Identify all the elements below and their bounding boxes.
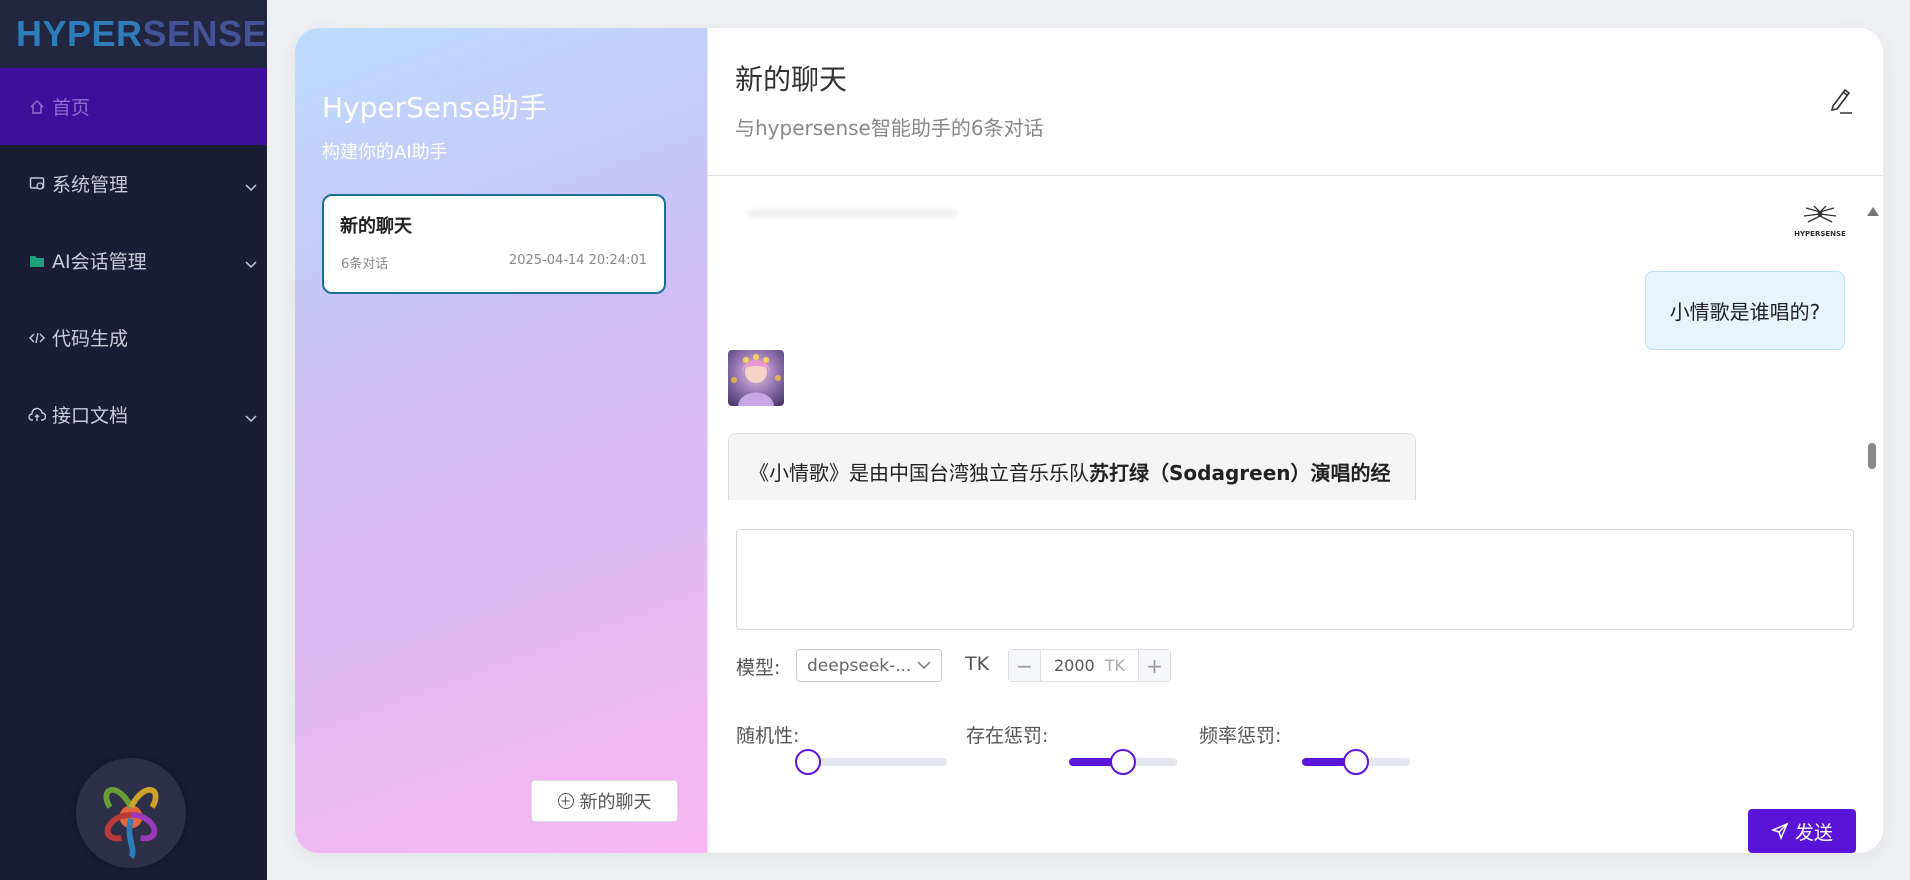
scroll-up-arrow-icon[interactable] (1867, 207, 1879, 216)
sidebar-item-home[interactable]: 首页 (0, 68, 267, 145)
chat-subtitle: 与hypersense智能助手的6条对话 (735, 116, 1044, 140)
message-input[interactable] (736, 529, 1854, 630)
chevron-down-icon (245, 406, 257, 428)
presence-penalty-slider-knob[interactable] (1110, 749, 1136, 775)
chat-panel: 新的聊天 与hypersense智能助手的6条对话 HYPERSENSE 小情歌… (707, 28, 1883, 853)
randomness-label: 随机性: (736, 725, 800, 747)
app-logo[interactable]: HYPERSENSE (0, 0, 267, 68)
folder-icon (28, 252, 46, 270)
edit-icon[interactable] (1827, 84, 1853, 116)
sidebar-item-ai-session[interactable]: AI会话管理 (0, 222, 267, 299)
presence-penalty-slider[interactable] (1069, 749, 1177, 775)
faded-previous-message (748, 209, 958, 217)
app-sidebar: HYPERSENSE 首页 系统管理 AI会话管理 代码生成 接口文档 (0, 0, 267, 880)
assistant-avatar (728, 350, 784, 406)
assistant-message-bold: 苏打绿（Sodagreen）演唱的经 (1089, 461, 1391, 485)
conversation-item[interactable]: 新的聊天 6条对话 2025-04-14 20:24:01 (322, 194, 666, 294)
model-select-value: deepseek-... (807, 655, 912, 676)
sidebar-item-label: 首页 (52, 97, 91, 119)
sidebar-item-label: 系统管理 (52, 174, 129, 196)
new-chat-label: 新的聊天 (579, 792, 652, 813)
conversation-panel: HyperSense助手 构建你的AI助手 新的聊天 6条对话 2025-04-… (295, 28, 707, 853)
send-label: 发送 (1794, 821, 1833, 844)
chat-header: 新的聊天 与hypersense智能助手的6条对话 (708, 28, 1883, 176)
plus-circle-icon: + (557, 793, 574, 809)
sidebar-item-api-docs[interactable]: 接口文档 (0, 376, 267, 453)
model-select[interactable]: deepseek-... (796, 649, 942, 682)
code-icon (28, 329, 46, 347)
scrollbar-thumb[interactable] (1868, 443, 1876, 469)
message-scrollbar[interactable] (1865, 207, 1879, 475)
conversation-count: 6条对话 (341, 257, 389, 272)
sidebar-item-label: 接口文档 (52, 405, 129, 427)
tk-value[interactable]: 2000 (1054, 656, 1095, 675)
frequency-penalty-label: 频率惩罚: (1199, 725, 1282, 747)
frequency-penalty-slider-knob[interactable] (1343, 749, 1369, 775)
assistant-subtitle: 构建你的AI助手 (322, 142, 448, 163)
send-button[interactable]: 发送 (1748, 809, 1856, 853)
user-message-bubble: 小情歌是谁唱的? (1645, 271, 1845, 350)
cloud-icon (28, 406, 46, 424)
floating-assistant-button[interactable] (76, 758, 186, 868)
new-chat-button[interactable]: + 新的聊天 (531, 780, 678, 822)
frequency-penalty-slider[interactable] (1302, 749, 1410, 775)
randomness-slider-knob[interactable] (795, 749, 821, 775)
send-icon (1770, 822, 1789, 840)
sidebar-item-system[interactable]: 系统管理 (0, 145, 267, 222)
logo-text: HYPERSENSE (16, 13, 267, 54)
hypersense-logo-icon (103, 787, 159, 859)
randomness-slider[interactable] (795, 749, 947, 775)
message-list[interactable]: HYPERSENSE 小情歌是谁唱的? 《小情歌》是由中国台湾独立音乐乐队苏打绿… (708, 177, 1883, 500)
conversation-title: 新的聊天 (340, 216, 412, 237)
user-avatar: HYPERSENSE (1790, 203, 1850, 243)
tk-unit: TK (1104, 656, 1125, 675)
sidebar-item-label: AI会话管理 (52, 251, 147, 273)
tk-label: TK (965, 653, 990, 675)
conversation-time: 2025-04-14 20:24:01 (508, 253, 647, 268)
model-label: 模型: (736, 657, 781, 679)
composer: 模型: deepseek-... TK − 2000 TK + 随机性: 存在惩… (708, 500, 1883, 853)
increment-button[interactable]: + (1138, 650, 1170, 681)
assistant-title: HyperSense助手 (322, 91, 547, 124)
assistant-message-text: 《小情歌》是由中国台湾独立音乐乐队 (749, 461, 1089, 485)
chat-title: 新的聊天 (735, 63, 848, 96)
decrement-button[interactable]: − (1009, 650, 1041, 681)
chat-card: HyperSense助手 构建你的AI助手 新的聊天 6条对话 2025-04-… (295, 28, 1883, 853)
presence-penalty-label: 存在惩罚: (966, 725, 1049, 747)
system-icon (28, 175, 46, 193)
chevron-down-icon (245, 252, 257, 274)
sidebar-item-label: 代码生成 (52, 328, 129, 350)
tk-stepper[interactable]: − 2000 TK + (1008, 649, 1171, 682)
sidebar-item-code-gen[interactable]: 代码生成 (0, 299, 267, 376)
assistant-message-bubble: 《小情歌》是由中国台湾独立音乐乐队苏打绿（Sodagreen）演唱的经 (728, 433, 1416, 500)
hypersense-spider-icon: HYPERSENSE (1794, 206, 1846, 238)
home-icon (28, 98, 46, 116)
svg-text:HYPERSENSE: HYPERSENSE (1794, 230, 1846, 238)
chevron-down-icon (917, 661, 931, 670)
chevron-down-icon (245, 175, 257, 197)
